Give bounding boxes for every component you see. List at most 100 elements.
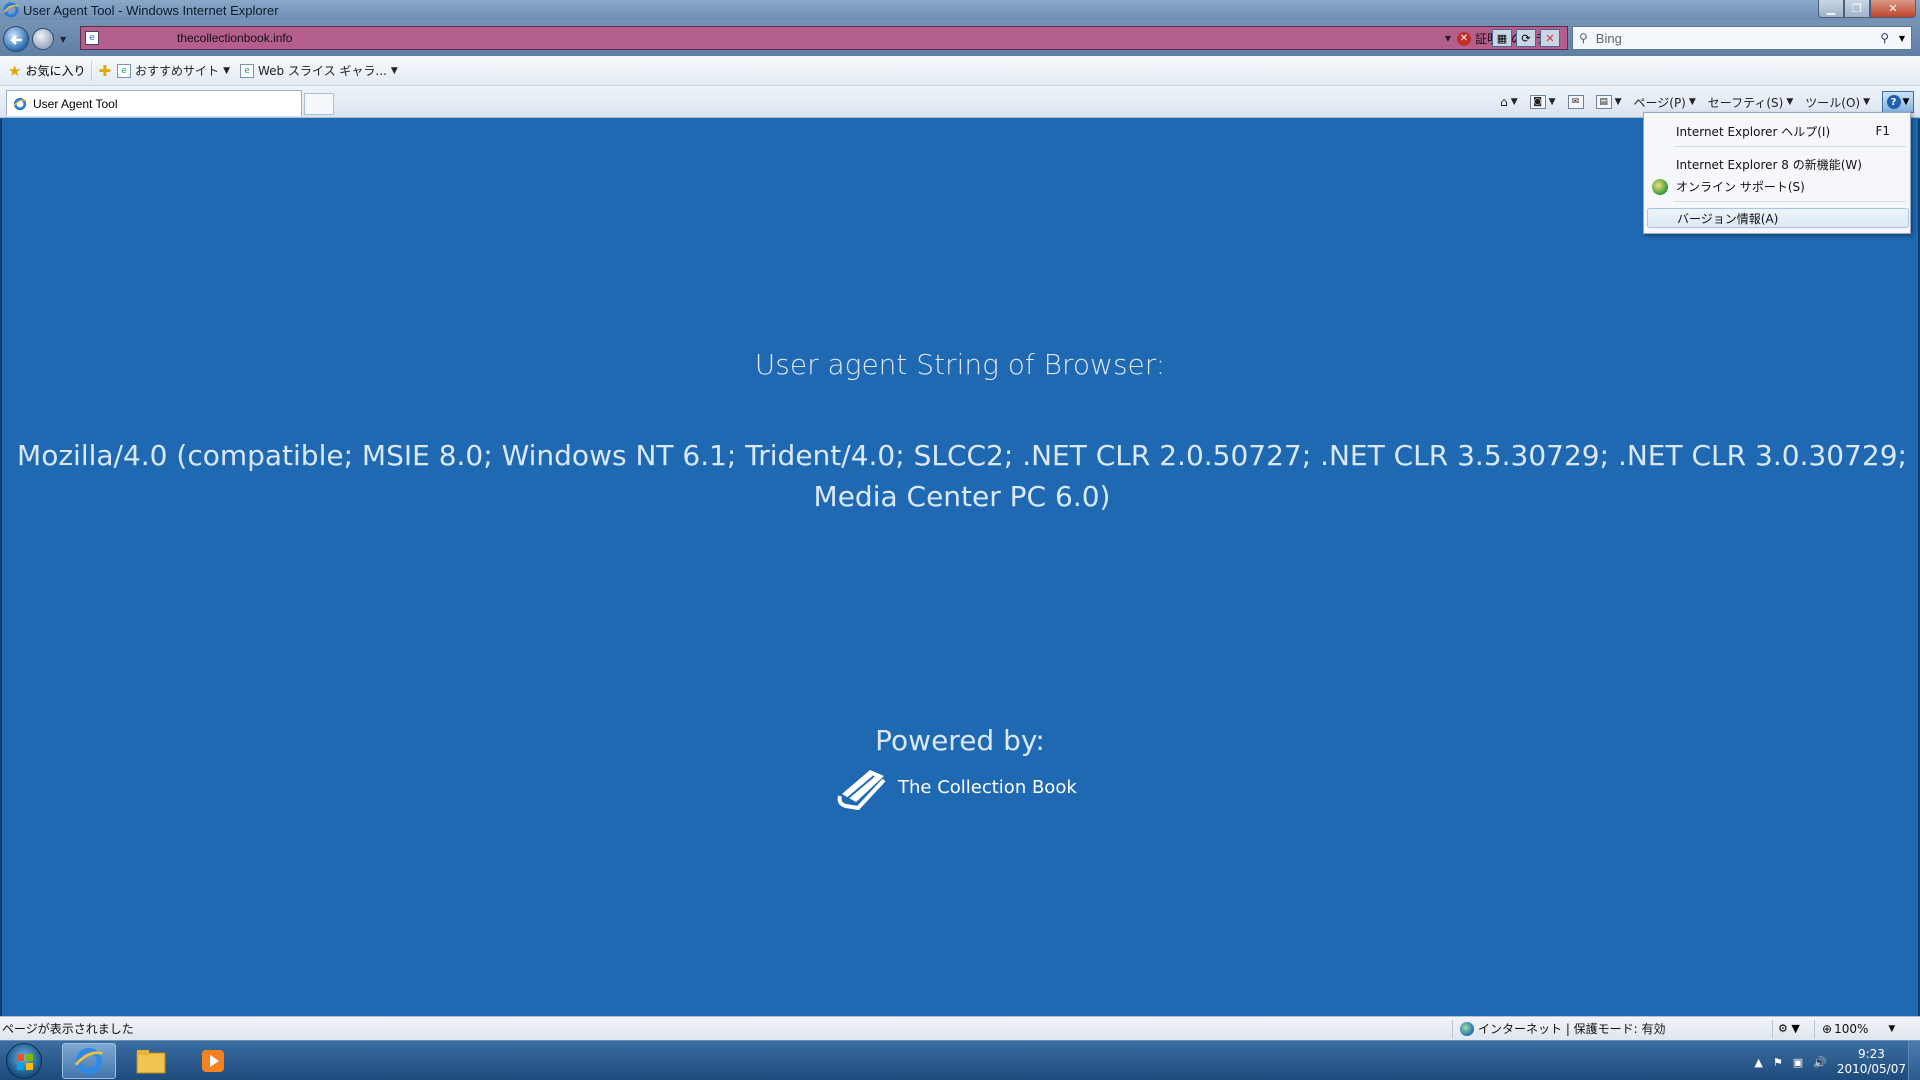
favorites-button[interactable]: ★ お気に入り [8, 62, 85, 80]
window-title: User Agent Tool - Windows Internet Explo… [23, 2, 279, 18]
rss-feed-icon: ◙ [1529, 95, 1546, 109]
ie-logo-icon [74, 1047, 103, 1075]
ua-label: User agent String of Browser: [754, 348, 1166, 381]
menu-item-ie-help[interactable]: Internet Explorer ヘルプ(I) F1 [1676, 121, 1904, 141]
fav-item-label: Web スライス ギャラ... [257, 64, 387, 78]
tab-label: User Agent Tool [33, 96, 118, 111]
safety-menu-label: セーフティ(S) [1707, 95, 1784, 110]
menu-item-whats-new[interactable]: Internet Explorer 8 の新機能(W) [1676, 154, 1904, 174]
history-dropdown-icon[interactable]: ▼ [60, 35, 66, 44]
tab-user-agent-tool[interactable]: User Agent Tool [6, 90, 302, 116]
page-menu-label: ページ(P) [1633, 95, 1686, 110]
menu-item-about[interactable]: バージョン情報(A) [1647, 208, 1909, 228]
favorites-label: お気に入り [25, 64, 86, 78]
clock-time: 9:23 [1857, 1047, 1885, 1061]
page-content: User agent String of Browser: Mozilla/4.… [0, 119, 1920, 1016]
mail-icon: ✉ [1567, 95, 1584, 109]
taskbar-explorer-button[interactable] [124, 1043, 178, 1079]
taskbar-media-player-button[interactable] [186, 1043, 240, 1079]
address-row: ▼ e thecollectionbook.info ▼ ✕ 証明書のエラー ▦… [0, 20, 1920, 56]
security-zone[interactable]: インターネット | 保護モード: 有効 [1460, 1020, 1666, 1037]
menu-item-label: Internet Explorer 8 の新機能(W) [1676, 157, 1862, 172]
zoom-level: 100% [1834, 1021, 1869, 1036]
address-url[interactable]: thecollectionbook.info [177, 31, 292, 45]
chevron-down-icon: ▼ [223, 65, 230, 76]
address-dropdown-icon[interactable]: ▼ [1445, 34, 1451, 43]
search-placeholder[interactable]: Bing [1596, 31, 1622, 46]
page-menu[interactable]: ページ(P) ▼ [1634, 94, 1696, 111]
add-favorite-icon[interactable]: ✚ [98, 62, 111, 80]
clock[interactable]: 9:23 2010/05/07 [1837, 1047, 1906, 1077]
fav-item-suggested-sites[interactable]: e おすすめサイト ▼ [117, 62, 230, 79]
window-titlebar: User Agent Tool - Windows Internet Explo… [0, 0, 1920, 20]
mail-button[interactable]: ✉ [1567, 95, 1584, 109]
favorites-bar: ★ お気に入り ✚ e おすすめサイト ▼ e Web スライス ギャラ... … [0, 56, 1920, 86]
online-support-icon [1652, 179, 1668, 195]
safety-menu[interactable]: セーフティ(S) ▼ [1708, 94, 1793, 111]
print-button[interactable]: ▤ ▼ [1595, 95, 1622, 109]
taskbar-ie-button[interactable] [62, 1043, 116, 1079]
start-button[interactable] [6, 1043, 42, 1079]
book-icon [837, 770, 886, 810]
search-dropdown-icon[interactable]: ▼ [1899, 34, 1905, 43]
command-bar: ⌂ ▼ ◙ ▼ ✉ ▤ ▼ ページ(P) ▼ セーフティ(S) ▼ ツール(O) ▼ ? ▼ [1500, 90, 1920, 114]
search-icon[interactable]: ⚲ [1880, 31, 1889, 45]
forward-button[interactable] [32, 28, 54, 50]
clock-date: 2010/05/07 [1836, 1062, 1906, 1076]
search-box[interactable]: ⚲ Bing ⚲ ▼ [1572, 26, 1912, 50]
minimize-button[interactable]: ▁ [1818, 0, 1844, 18]
menu-divider [1674, 146, 1906, 147]
fav-item-web-slice-gallery[interactable]: e Web スライス ギャラ... ▼ [239, 62, 398, 79]
help-menu-button[interactable]: ? ▼ [1882, 91, 1914, 113]
status-bar: ページが表示されました インターネット | 保護モード: 有効 ⚙ ▼ ⊕ 10… [0, 1016, 1920, 1040]
status-text: ページが表示されました [2, 1022, 134, 1036]
favorites-separator [91, 60, 93, 81]
chevron-down-icon: ▼ [1548, 97, 1556, 107]
close-button[interactable]: ✕ [1870, 0, 1916, 18]
internet-zone-icon [1460, 1021, 1474, 1036]
new-tab-button[interactable] [304, 93, 334, 115]
tools-menu-label: ツール(O) [1805, 95, 1861, 110]
menu-divider [1674, 201, 1906, 202]
zoom-control[interactable]: ⊕ 100% ▼ [1822, 1022, 1895, 1036]
feeds-button[interactable]: ◙ ▼ [1529, 95, 1556, 109]
menu-item-online-support[interactable]: オンライン サポート(S) [1676, 176, 1904, 196]
tools-menu[interactable]: ツール(O) ▼ [1805, 94, 1870, 111]
favorites-star-icon: ★ [8, 61, 22, 80]
back-button[interactable] [3, 26, 29, 52]
menu-item-label: Internet Explorer ヘルプ(I) [1676, 124, 1831, 139]
ie-logo-icon [13, 97, 27, 110]
help-dropdown-menu: Internet Explorer ヘルプ(I) F1 Internet Exp… [1643, 112, 1911, 234]
system-tray: ▲ ⚑ ▣ 🔊 9:23 2010/05/07 [1754, 1047, 1906, 1077]
folder-icon [136, 1050, 166, 1074]
refresh-icon[interactable]: ⟳ [1516, 29, 1536, 47]
printer-icon: ▤ [1595, 95, 1612, 109]
brand-link[interactable]: The Collection Book [836, 764, 1077, 810]
back-arrow-icon [10, 35, 22, 45]
maximize-button[interactable]: ❐ [1844, 0, 1870, 18]
stop-icon[interactable]: ✕ [1540, 29, 1560, 47]
status-divider [1772, 1020, 1773, 1038]
protected-mode-icon[interactable]: ⚙ ▼ [1778, 1022, 1800, 1035]
volume-icon[interactable]: 🔊 [1813, 1056, 1827, 1069]
zoom-icon: ⊕ [1822, 1021, 1833, 1036]
zone-text: インターネット | 保護モード: 有効 [1478, 1022, 1666, 1036]
action-center-flag-icon[interactable]: ⚑ [1773, 1056, 1783, 1069]
chevron-down-icon: ▼ [1902, 97, 1910, 107]
chevron-down-icon: ▼ [1888, 1023, 1896, 1034]
brand-name: The Collection Book [898, 776, 1077, 798]
compat-view-icon[interactable]: ▦ [1492, 29, 1512, 47]
window-controls: ▁ ❐ ✕ [1818, 0, 1916, 18]
status-divider [1452, 1020, 1453, 1038]
chevron-down-icon: ▼ [1510, 97, 1518, 107]
show-desktop-button[interactable] [1908, 1041, 1920, 1080]
address-tools: ▦ ⟳ ✕ [1492, 29, 1560, 47]
tray-expand-icon[interactable]: ▲ [1754, 1056, 1762, 1069]
home-icon: ⌂ [1500, 95, 1508, 109]
help-icon: ? [1886, 95, 1901, 109]
fav-item-label: おすすめサイト [135, 64, 220, 78]
address-bar[interactable]: e thecollectionbook.info ▼ ✕ 証明書のエラー [80, 26, 1568, 50]
network-icon[interactable]: ▣ [1793, 1056, 1803, 1069]
home-button[interactable]: ⌂ ▼ [1500, 95, 1518, 109]
cert-error-icon: ✕ [1456, 31, 1471, 46]
